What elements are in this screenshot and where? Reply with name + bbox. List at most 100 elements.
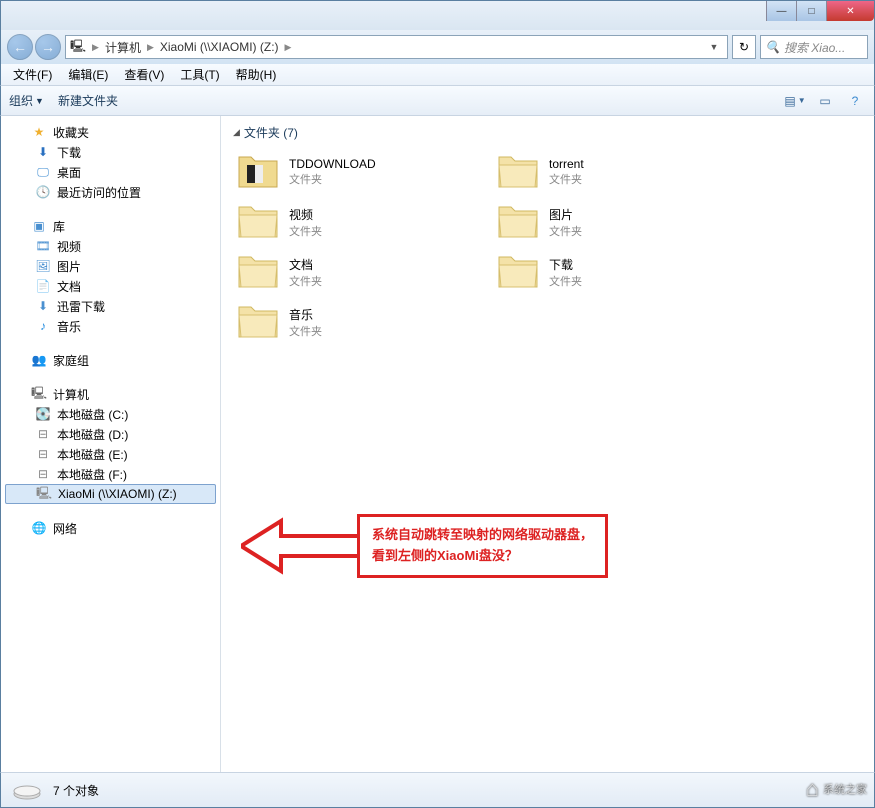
sidebar-item-label: XiaoMi (\\XIAOMI) (Z:) [58,487,177,501]
organize-button[interactable]: 组织 ▼ [9,92,44,109]
computer-icon: 🖳 [31,387,47,401]
folder-item[interactable]: 视频文件夹 [233,199,473,245]
sidebar-item-label: 本地磁盘 (C:) [57,406,128,423]
close-button[interactable]: ✕ [826,1,874,21]
music-icon: ♪ [35,319,51,333]
preview-pane-button[interactable]: ▭ [814,91,836,111]
sidebar-item-documents[interactable]: 📄 文档 [1,276,220,296]
sidebar-item-label: 图片 [57,258,81,275]
sidebar-item-pictures[interactable]: 🖼 图片 [1,256,220,276]
computer-icon: 🖳 [70,37,86,58]
sidebar-item-label: 桌面 [57,164,81,181]
sidebar-item-network[interactable]: 🌐 网络 [1,518,220,538]
content-pane[interactable]: ◢ 文件夹 (7) TDDOWNLOAD文件夹 torrent文件夹视频文件夹 图片… [221,116,874,772]
desktop-icon: 🖵 [35,165,51,179]
folder-info: 下载文件夹 [549,256,582,289]
nav-buttons: ← → [7,34,61,60]
titlebar: — □ ✕ [0,0,875,30]
forward-button[interactable]: → [35,34,61,60]
folder-icon [497,153,539,191]
annotation-overlay: 系统自动跳转至映射的网络驱动器盘， 看到左侧的XiaoMi盘没？ [241,514,608,578]
drive-icon: ⊟ [35,427,51,441]
sidebar-item-label: 网络 [53,520,77,537]
sidebar-item-videos[interactable]: 🎞 视频 [1,236,220,256]
watermark: ⌂ 系统之家 [806,776,867,802]
folder-icon [237,303,279,341]
separator-icon: ▶ [285,42,292,53]
sidebar-item-libraries[interactable]: ▣ 库 [1,216,220,236]
folder-icon [237,253,279,291]
separator-icon: ▶ [92,42,99,53]
folder-type: 文件夹 [289,273,322,289]
folder-type: 文件夹 [289,323,322,339]
libraries-label: 库 [53,218,65,235]
sidebar-item-drive-d[interactable]: ⊟ 本地磁盘 (D:) [1,424,220,444]
sidebar-item-drive-c[interactable]: 💽 本地磁盘 (C:) [1,404,220,424]
network-icon: 🌐 [31,521,47,535]
sidebar-item-label: 本地磁盘 (F:) [57,466,127,483]
folder-item[interactable]: 图片文件夹 [493,199,733,245]
breadcrumb-item[interactable]: 计算机 [105,39,141,56]
back-button[interactable]: ← [7,34,33,60]
new-folder-button[interactable]: 新建文件夹 [58,92,118,109]
address-bar[interactable]: 🖳 ▶ 计算机 ▶ XiaoMi (\\XIAOMI) (Z:) ▶ ▼ [65,35,728,59]
folder-item[interactable]: 音乐文件夹 [233,299,473,345]
folder-name: 图片 [549,206,582,223]
sidebar-item-label: 本地磁盘 (D:) [57,426,128,443]
group-header-label: 文件夹 (7) [244,124,298,141]
homegroup-icon: 👥 [31,353,47,367]
chevron-down-icon: ▼ [798,96,806,105]
help-button[interactable]: ? [844,91,866,111]
chevron-down-icon: ▼ [35,96,44,106]
sidebar-item-desktop[interactable]: 🖵 桌面 [1,162,220,182]
breadcrumb-item[interactable]: XiaoMi (\\XIAOMI) (Z:) [160,40,279,54]
sidebar-item-music[interactable]: ♪ 音乐 [1,316,220,336]
folder-info: TDDOWNLOAD文件夹 [289,157,376,187]
address-dropdown-icon[interactable]: ▼ [705,42,723,52]
video-icon: 🎞 [35,239,51,253]
sidebar-item-computer[interactable]: 🖳 计算机 [1,384,220,404]
annotation-text: 系统自动跳转至映射的网络驱动器盘， 看到左侧的XiaoMi盘没？ [357,514,608,578]
folder-item[interactable]: TDDOWNLOAD文件夹 [233,149,473,195]
sidebar-item-label: 视频 [57,238,81,255]
folder-item[interactable]: 下载文件夹 [493,249,733,295]
home-icon: ⌂ [806,776,819,802]
menu-edit[interactable]: 编辑(E) [60,64,116,85]
maximize-button[interactable]: □ [796,1,826,21]
drive-icon: 💽 [35,407,51,421]
menu-view[interactable]: 查看(V) [116,64,172,85]
toolbar: 组织 ▼ 新建文件夹 ▤ ▼ ▭ ? [0,86,875,116]
menu-file[interactable]: 文件(F) [5,64,60,85]
folder-info: 音乐文件夹 [289,306,322,339]
folder-item[interactable]: 文档文件夹 [233,249,473,295]
group-header[interactable]: ◢ 文件夹 (7) [233,124,862,141]
recent-icon: 🕓 [35,185,51,199]
sidebar-item-label: 本地磁盘 (E:) [57,446,128,463]
search-input[interactable]: 🔍 搜索 Xiao... [760,35,868,59]
network-group: 🌐 网络 [1,518,220,538]
folder-info: 视频文件夹 [289,206,322,239]
collapse-icon[interactable]: ◢ [233,127,240,138]
view-options-button[interactable]: ▤ ▼ [784,91,806,111]
minimize-button[interactable]: — [766,1,796,21]
sidebar-item-favorites[interactable]: ★ 收藏夹 [1,122,220,142]
sidebar-item-homegroup[interactable]: 👥 家庭组 [1,350,220,370]
sidebar-item-drive-e[interactable]: ⊟ 本地磁盘 (E:) [1,444,220,464]
folder-name: 音乐 [289,306,322,323]
sidebar-item-thunder[interactable]: ⬇ 迅雷下载 [1,296,220,316]
sidebar-item-drive-f[interactable]: ⊟ 本地磁盘 (F:) [1,464,220,484]
sidebar-item-label: 下载 [57,144,81,161]
folder-icon [237,153,279,191]
refresh-button[interactable]: ↻ [732,35,756,59]
download-icon: ⬇ [35,299,51,313]
sidebar-item-downloads[interactable]: ⬇ 下载 [1,142,220,162]
folder-item[interactable]: torrent文件夹 [493,149,733,195]
sidebar-item-xiaomi-drive[interactable]: 🖳 XiaoMi (\\XIAOMI) (Z:) [5,484,216,504]
sidebar-item-recent[interactable]: 🕓 最近访问的位置 [1,182,220,202]
annotation-arrow-icon [241,516,361,576]
menu-help[interactable]: 帮助(H) [228,64,285,85]
folder-grid: TDDOWNLOAD文件夹torrent文件夹视频文件夹图片文件夹文档文件夹下载… [233,149,862,345]
download-icon: ⬇ [35,145,51,159]
menu-tools[interactable]: 工具(T) [172,64,227,85]
library-icon: ▣ [31,219,47,233]
